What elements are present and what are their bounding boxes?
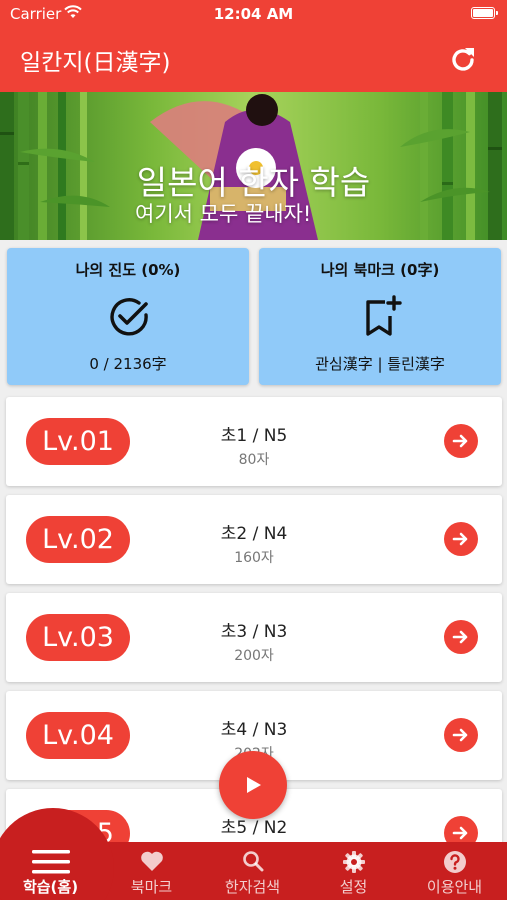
status-bar: Carrier 12:04 AM bbox=[0, 0, 507, 28]
arrow-right-icon[interactable] bbox=[444, 718, 478, 752]
bookmark-title: 나의 북마크 (0字) bbox=[320, 261, 440, 279]
bookmark-card[interactable]: 나의 북마크 (0字) 관심漢字 | 틀린漢字 bbox=[259, 248, 501, 385]
progress-count: 0 / 2136字 bbox=[89, 355, 167, 373]
clock: 12:04 AM bbox=[213, 5, 294, 23]
help-icon bbox=[443, 851, 466, 873]
level-count: 200자 bbox=[234, 648, 274, 664]
tab-bookmark[interactable]: 북마크 bbox=[101, 842, 202, 900]
level-count: 160자 bbox=[234, 550, 274, 566]
app-title: 일칸지(日漢字) bbox=[20, 50, 171, 76]
banner-title: 일본어 한자 학습 bbox=[136, 163, 371, 202]
tab-search[interactable]: 한자검색 bbox=[202, 842, 303, 900]
level-name: 초3 / N3 bbox=[220, 622, 288, 642]
hero-banner: 일본어 한자 학습 여기서 모두 끝내자! bbox=[0, 92, 507, 240]
level-row-1[interactable]: Lv.01 초1 / N5 80자 bbox=[6, 397, 502, 486]
tab-label: 북마크 bbox=[130, 878, 173, 896]
level-count: 80자 bbox=[238, 452, 270, 468]
bookmark-links[interactable]: 관심漢字 | 틀린漢字 bbox=[259, 353, 501, 374]
level-name: 초1 / N5 bbox=[220, 426, 288, 446]
arrow-right-icon[interactable] bbox=[444, 424, 478, 458]
level-row-2[interactable]: Lv.02 초2 / N4 160자 bbox=[6, 495, 502, 584]
progress-card[interactable]: 나의 진도 (0%) 0 / 2136字 bbox=[7, 248, 249, 385]
tab-home[interactable]: 학습(홈) bbox=[0, 842, 101, 900]
tab-label: 한자검색 bbox=[224, 878, 281, 896]
banner-subtitle: 여기서 모두 끝내자! bbox=[135, 202, 312, 226]
arrow-right-icon[interactable] bbox=[444, 620, 478, 654]
tab-label: 이용안내 bbox=[426, 878, 483, 896]
refresh-icon[interactable] bbox=[447, 44, 479, 76]
arrow-right-icon[interactable] bbox=[444, 522, 478, 556]
app-header: 일칸지(日漢字) bbox=[0, 28, 507, 92]
play-button[interactable] bbox=[219, 751, 287, 819]
tab-settings[interactable]: 설정 bbox=[303, 842, 404, 900]
heart-icon bbox=[140, 851, 163, 871]
bookmark-add-icon bbox=[366, 295, 402, 336]
check-circle-icon bbox=[110, 298, 148, 336]
gear-icon bbox=[342, 851, 365, 873]
level-row-3[interactable]: Lv.03 초3 / N3 200자 bbox=[6, 593, 502, 682]
tab-label: 학습(홈) bbox=[22, 878, 79, 896]
battery-icon bbox=[471, 7, 498, 19]
menu-icon bbox=[31, 850, 70, 874]
tab-label: 설정 bbox=[339, 878, 368, 896]
level-name: 초2 / N4 bbox=[220, 524, 288, 544]
progress-title: 나의 진도 (0%) bbox=[75, 261, 181, 279]
level-name: 초4 / N3 bbox=[220, 720, 288, 740]
search-icon bbox=[242, 851, 263, 872]
play-icon bbox=[247, 777, 261, 793]
tab-help[interactable]: 이용안내 bbox=[404, 842, 505, 900]
